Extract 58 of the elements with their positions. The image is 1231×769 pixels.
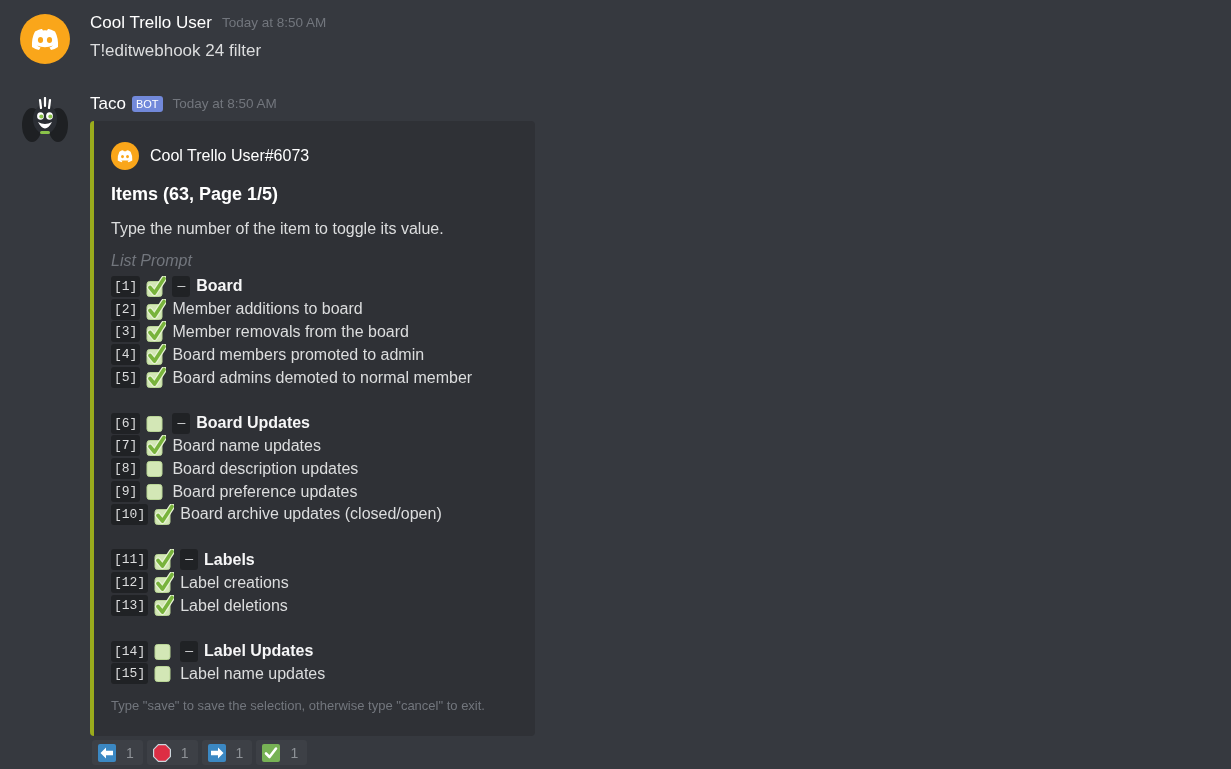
item-number: [12] <box>111 572 149 594</box>
embed-description: Type the number of the item to toggle its value. <box>111 219 444 239</box>
reaction-count: 1 <box>180 743 189 762</box>
embed-title: Items (63, Page 1/5) <box>111 183 279 205</box>
reaction-count: 1 <box>126 743 134 762</box>
group-heading: Labels <box>204 549 255 570</box>
reaction-button[interactable]: 1 <box>92 740 143 766</box>
item-number: [14] <box>111 640 149 662</box>
list-label: List Prompt <box>111 251 192 271</box>
author-avatar-icon <box>111 142 139 170</box>
reaction-button[interactable]: 1 <box>201 740 253 766</box>
dash-code: — <box>180 549 199 571</box>
reaction-count: 1 <box>235 743 244 762</box>
item-number: [10] <box>111 503 149 525</box>
item-number: [1] <box>111 275 141 297</box>
group-heading: Label Updates <box>204 641 314 662</box>
group-heading: Board Updates <box>196 413 310 434</box>
username[interactable]: Cool Trello User <box>90 12 212 34</box>
item-number: [2] <box>111 298 141 320</box>
username[interactable]: Taco <box>90 93 126 115</box>
dash-code: — <box>172 412 191 434</box>
item-label: Board members promoted to admin <box>172 344 425 365</box>
bot-badge: BOT <box>131 96 163 112</box>
octagon-icon <box>152 743 171 762</box>
reaction-button[interactable]: 1 <box>146 740 198 766</box>
item-label: Label name updates <box>180 663 326 684</box>
item-label: Member additions to board <box>172 299 363 320</box>
timestamp: Today at 8:50 AM <box>172 95 277 113</box>
item-label: Board admins demoted to normal member <box>172 367 473 388</box>
group-heading: Board <box>196 276 243 297</box>
item-label: Board description updates <box>172 458 359 479</box>
reaction-count: 1 <box>290 743 299 762</box>
timestamp: Today at 8:50 AM <box>221 14 327 32</box>
avatar-icon <box>20 14 70 64</box>
item-number: [7] <box>111 435 141 457</box>
item-label: Board name updates <box>172 435 321 456</box>
item-number: [5] <box>111 367 141 389</box>
check-mark-icon <box>262 743 281 762</box>
item-label: Label deletions <box>180 595 288 616</box>
dash-code: — <box>172 275 191 297</box>
item-label: Member removals from the board <box>172 322 409 342</box>
item-number: [11] <box>111 549 149 571</box>
item-number: [3] <box>111 321 141 343</box>
item-label: Board archive updates (closed/open) <box>180 504 442 525</box>
item-number: [8] <box>111 458 141 480</box>
item-number: [9] <box>111 481 141 503</box>
item-number: [15] <box>111 663 149 685</box>
item-label: Board preference updates <box>172 481 358 502</box>
item-label: Label creations <box>180 572 289 593</box>
message-text: T!editwebhook 24 filter <box>90 40 262 62</box>
reaction-button[interactable]: 1 <box>256 740 308 766</box>
item-number: [6] <box>111 412 141 434</box>
embed-author: Cool Trello User#6073 <box>150 146 310 166</box>
dash-code: — <box>180 640 199 662</box>
item-number: [13] <box>111 595 149 617</box>
cartoon-avatar-icon <box>22 97 68 143</box>
embed-footer: Type "save" to save the selection, otherwise type "cancel" to exit. <box>111 698 485 715</box>
item-number: [4] <box>111 344 141 366</box>
